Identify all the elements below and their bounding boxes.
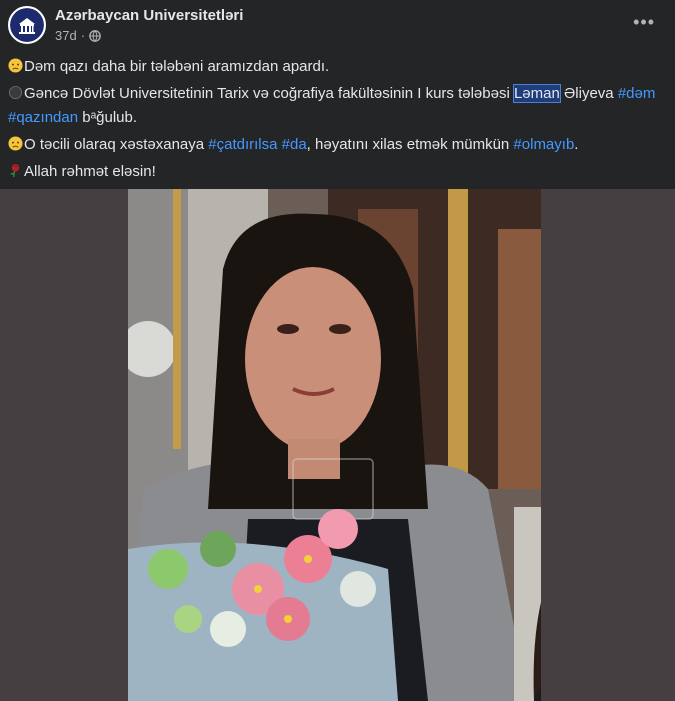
inset-photo[interactable] (514, 507, 541, 701)
hashtag-link[interactable]: #olmayıb (513, 136, 574, 153)
text-line-4: O təcili olaraq xəstəxanaya #çatdırılsa … (8, 135, 668, 155)
line-1-text: Dəm qazı daha bir tələbəni aramızdan apa… (24, 58, 330, 75)
text-line-5: Allah rəhmət eləsin! (8, 162, 668, 182)
post-header: Azərbaycan Universitetləri 37d · ••• (0, 0, 675, 50)
hashtag-link[interactable]: #da (282, 136, 307, 153)
text-line-1: Dəm qazı daha bir tələbəni aramızdan apa… (8, 57, 668, 77)
black-circle-icon (8, 85, 23, 100)
line-4-text-c: . (574, 136, 579, 153)
globe-icon (89, 29, 101, 42)
text-line-2: Gəncə Dövlət Universitetinin Tarix və co… (8, 84, 668, 104)
sad-face-icon (8, 58, 23, 73)
line-2-text-a: Gəncə Dövlət Universitetinin Tarix və co… (24, 85, 514, 102)
more-dots-icon[interactable]: ••• (633, 12, 655, 33)
post-time[interactable]: 37d (55, 28, 77, 43)
line-4-text-a: O təcili olaraq xəstəxanaya (24, 136, 209, 153)
post-media[interactable] (0, 189, 675, 701)
sad-face-icon (8, 136, 23, 151)
post-photo[interactable] (128, 189, 541, 701)
line-3-text: bᵃğulub. (78, 109, 138, 126)
post-text: Dəm qazı daha bir tələbəni aramızdan apa… (8, 57, 668, 186)
university-logo-icon (10, 8, 44, 42)
post-meta: 37d · (55, 28, 101, 43)
hashtag-link[interactable]: #çatdırılsa (208, 136, 277, 153)
line-5-text: Allah rəhmət eləsin! (24, 163, 156, 180)
line-2-text-b: Əliyeva (559, 85, 618, 102)
highlighted-name: Ləman (512, 84, 561, 103)
hashtag-link[interactable]: #dəm (618, 85, 656, 102)
page-name[interactable]: Azərbaycan Universitetləri (55, 7, 243, 24)
page-avatar[interactable] (8, 6, 46, 44)
line-4-text-b: , həyatını xilas etmək mümkün (306, 136, 514, 153)
text-line-3: #qazından bᵃğulub. (8, 108, 668, 128)
hashtag-link[interactable]: #qazından (8, 109, 78, 126)
rose-icon (10, 163, 20, 178)
facebook-post: Azərbaycan Universitetləri 37d · ••• Dəm… (0, 0, 675, 701)
